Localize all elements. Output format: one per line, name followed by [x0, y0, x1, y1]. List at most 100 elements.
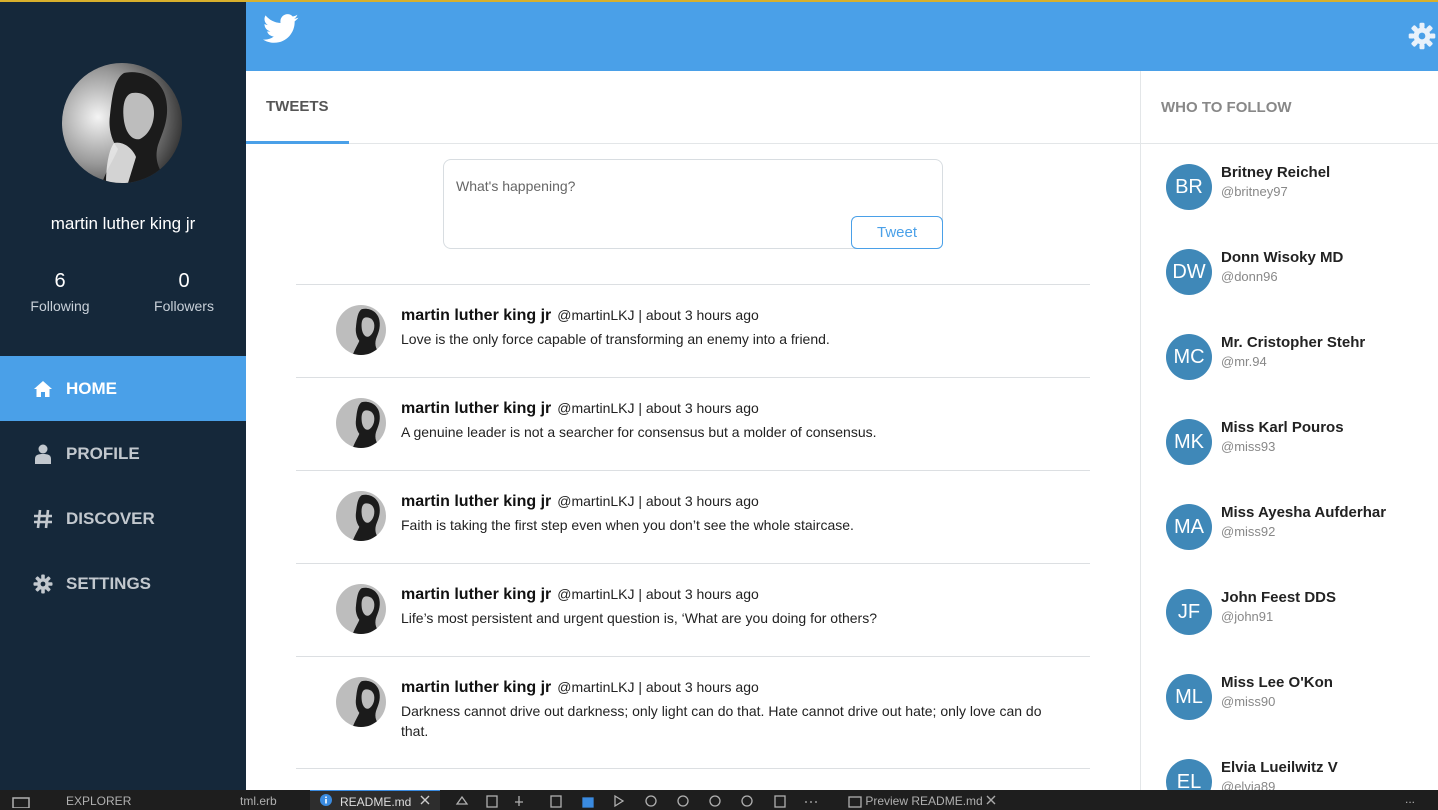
- home-icon: [32, 378, 54, 400]
- follow-suggestion[interactable]: DW Donn Wisoky MD @donn96: [1166, 249, 1436, 309]
- tweet-meta: @martinLKJ | about 3 hours ago: [557, 400, 759, 416]
- nav-settings-label: SETTINGS: [66, 573, 152, 593]
- compose-box: Tweet: [443, 159, 943, 249]
- tab-tweets[interactable]: TWEETS: [266, 98, 329, 115]
- who-to-follow-panel: WHO TO FOLLOW BR Britney Reichel @britne…: [1140, 71, 1438, 790]
- close-icon[interactable]: [420, 794, 430, 808]
- nav-home[interactable]: HOME: [0, 356, 246, 421]
- window-icon[interactable]: [10, 794, 32, 810]
- following-count: 6: [54, 270, 66, 292]
- gear-icon: [32, 573, 54, 595]
- tweet-author[interactable]: martin luther king jr: [401, 586, 551, 603]
- follow-handle: @miss93: [1221, 439, 1276, 454]
- follow-avatar[interactable]: MA: [1166, 504, 1212, 550]
- tweet-avatar[interactable]: [336, 491, 386, 541]
- tweet-meta: @martinLKJ | about 3 hours ago: [557, 307, 759, 323]
- follow-name[interactable]: Miss Ayesha Aufderhar: [1221, 504, 1386, 521]
- follow-suggestion[interactable]: EL Elvia Lueilwitz V @elvia89: [1166, 759, 1436, 790]
- follow-name[interactable]: Miss Lee O'Kon: [1221, 674, 1333, 691]
- tweet-button[interactable]: Tweet: [851, 216, 943, 249]
- divider: [1141, 143, 1438, 144]
- editor-tab-erb[interactable]: tml.erb: [240, 794, 277, 808]
- tweet-avatar[interactable]: [336, 305, 386, 355]
- more-actions[interactable]: ...: [1405, 792, 1415, 806]
- tab-active-indicator: [246, 141, 349, 144]
- tweet-text: A genuine leader is not a searcher for c…: [401, 424, 877, 440]
- profile-name[interactable]: martin luther king jr: [0, 214, 246, 234]
- follow-avatar[interactable]: MK: [1166, 419, 1212, 465]
- tweet-avatar[interactable]: [336, 584, 386, 634]
- follow-avatar[interactable]: BR: [1166, 164, 1212, 210]
- who-to-follow-title: WHO TO FOLLOW: [1161, 99, 1292, 116]
- follow-suggestion[interactable]: MK Miss Karl Pouros @miss93: [1166, 419, 1436, 479]
- follow-suggestion[interactable]: MC Mr. Cristopher Stehr @mr.94: [1166, 334, 1436, 394]
- settings-gear-icon[interactable]: [1408, 22, 1436, 55]
- follow-name[interactable]: Elvia Lueilwitz V: [1221, 759, 1338, 776]
- following-stat[interactable]: 6 Following: [0, 270, 120, 314]
- preview-tab-label: Preview README.md: [865, 794, 983, 808]
- editor-taskbar: EXPLORER tml.erb README.md Preview READM…: [0, 790, 1438, 810]
- tweet-item: martin luther king jr @martinLKJ | about …: [296, 656, 1090, 769]
- follow-avatar[interactable]: ML: [1166, 674, 1212, 720]
- readme-tab-label: README.md: [340, 795, 412, 809]
- tweet-author[interactable]: martin luther king jr: [401, 679, 551, 696]
- tweet-author[interactable]: martin luther king jr: [401, 307, 551, 324]
- tweet-text: Life’s most persistent and urgent questi…: [401, 610, 878, 626]
- tweet-meta: @martinLKJ | about 3 hours ago: [557, 493, 759, 509]
- follow-handle: @miss90: [1221, 694, 1276, 709]
- tweet-item: martin luther king jr @martinLKJ | about …: [296, 470, 1090, 563]
- preview-tab[interactable]: Preview README.md: [848, 794, 996, 808]
- followers-label: Followers: [154, 298, 214, 314]
- nav-profile[interactable]: PROFILE: [0, 421, 246, 486]
- nav-discover[interactable]: DISCOVER: [0, 486, 246, 551]
- follow-handle: @elvia89: [1221, 779, 1276, 790]
- nav-profile-label: PROFILE: [66, 443, 140, 463]
- follow-name[interactable]: Mr. Cristopher Stehr: [1221, 334, 1365, 351]
- twitter-bird-icon[interactable]: [263, 14, 299, 49]
- follow-avatar[interactable]: JF: [1166, 589, 1212, 635]
- sidebar: martin luther king jr 6 Following 0 Foll…: [0, 0, 246, 790]
- tweet-item: martin luther king jr @martinLKJ | about …: [296, 377, 1090, 470]
- profile-avatar[interactable]: [62, 63, 182, 183]
- tweet-avatar[interactable]: [336, 398, 386, 448]
- tweet-author[interactable]: martin luther king jr: [401, 493, 551, 510]
- explorer-label[interactable]: EXPLORER: [66, 794, 131, 808]
- tweet-text: Darkness cannot drive out darkness; only…: [401, 703, 1042, 739]
- tweet-feed: martin luther king jr @martinLKJ | about …: [296, 284, 1090, 769]
- nav-settings[interactable]: SETTINGS: [0, 551, 246, 616]
- follow-avatar[interactable]: DW: [1166, 249, 1212, 295]
- tweet-meta: @martinLKJ | about 3 hours ago: [557, 586, 759, 602]
- close-icon[interactable]: [986, 794, 996, 808]
- followers-count: 0: [178, 270, 190, 292]
- follow-suggestion[interactable]: ML Miss Lee O'Kon @miss90: [1166, 674, 1436, 734]
- tweet-item: martin luther king jr @martinLKJ | about …: [296, 284, 1090, 377]
- follow-suggestion[interactable]: MA Miss Ayesha Aufderhar @miss92: [1166, 504, 1436, 564]
- compose-input[interactable]: [456, 178, 926, 194]
- follow-handle: @john91: [1221, 609, 1274, 624]
- editor-toolbar-icons[interactable]: [455, 794, 825, 810]
- follow-suggestion[interactable]: BR Britney Reichel @britney97: [1166, 164, 1436, 224]
- follow-handle: @mr.94: [1221, 354, 1267, 369]
- follow-name[interactable]: Miss Karl Pouros: [1221, 419, 1344, 436]
- hashtag-icon: [32, 508, 54, 530]
- tweet-avatar[interactable]: [336, 677, 386, 727]
- info-icon: [320, 794, 332, 809]
- follow-name[interactable]: Donn Wisoky MD: [1221, 249, 1343, 266]
- following-label: Following: [30, 298, 90, 314]
- follow-name[interactable]: John Feest DDS: [1221, 589, 1336, 606]
- window-top-edge: [0, 0, 1438, 2]
- tweet-item: martin luther king jr @martinLKJ | about …: [296, 563, 1090, 656]
- follow-suggestion[interactable]: JF John Feest DDS @john91: [1166, 589, 1436, 649]
- follow-avatar[interactable]: MC: [1166, 334, 1212, 380]
- nav-home-label: HOME: [66, 378, 117, 398]
- tweet-author[interactable]: martin luther king jr: [401, 400, 551, 417]
- top-bar: [246, 2, 1438, 71]
- followers-stat[interactable]: 0 Followers: [124, 270, 244, 314]
- editor-tab-readme[interactable]: README.md: [310, 790, 440, 810]
- follow-avatar[interactable]: EL: [1166, 759, 1212, 790]
- follow-name[interactable]: Britney Reichel: [1221, 164, 1330, 181]
- nav-discover-label: DISCOVER: [66, 508, 155, 528]
- user-icon: [32, 443, 54, 465]
- tweet-text: Faith is taking the first step even when…: [401, 517, 854, 533]
- feed-tabs: TWEETS: [246, 71, 1140, 144]
